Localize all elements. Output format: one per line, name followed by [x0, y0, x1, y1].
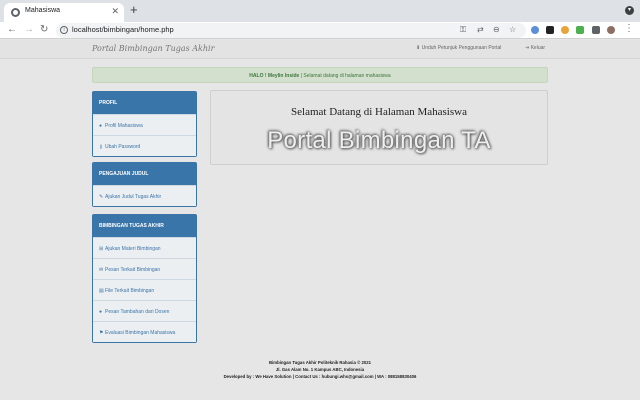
- bimbingan-panel: BIMBINGAN TUGAS AKHIR ⊞ Ajukan Materi Bim…: [92, 214, 197, 343]
- forward-button[interactable]: →: [24, 24, 34, 36]
- address-bar[interactable]: i localhost/bimbingan/home.php ⚿ ⇄ ⊖ ☆: [56, 23, 526, 38]
- sidebar-item-ajukan-materi[interactable]: ⊞ Ajukan Materi Bimbingan: [93, 237, 196, 258]
- sidebar-item-pesan-tambahan[interactable]: ● Pesan Tambahan dari Dosen: [93, 300, 196, 321]
- footer-contact: Developed by : We Have Solution | Contac…: [223, 374, 417, 379]
- sidebar-item-label: Pesan Tambahan dari Dosen: [105, 309, 170, 315]
- user-icon: ●: [99, 123, 103, 129]
- download-guide-link[interactable]: ⬇ Unduh Petunjuk Penggunaan Portal: [416, 45, 501, 51]
- panel-title: PENGAJUAN JUDUL: [93, 163, 196, 185]
- logout-label: Keluar: [530, 45, 546, 51]
- alert-user: Meylin Inside: [267, 73, 300, 79]
- sidebar-item-evaluasi[interactable]: ⚑ Evaluasi Bimbingan Mahasiswa: [93, 321, 196, 342]
- alert-separator: !: [264, 73, 267, 79]
- welcome-alert: HALO ! Meylin Inside | Selamat datang di…: [92, 67, 548, 83]
- sidebar-item-file-terkait[interactable]: ▤File Terkait Bimbingan: [93, 279, 196, 300]
- envelope-icon: ✉: [99, 267, 104, 273]
- file-icon: ▤: [99, 288, 104, 294]
- browser-tab[interactable]: Mahasiswa ✕: [4, 3, 124, 22]
- url-text[interactable]: localhost/bimbingan/home.php: [72, 25, 174, 34]
- info-icon[interactable]: i: [60, 26, 68, 34]
- flag-icon: ⚑: [99, 330, 104, 336]
- footer: Bimbingan Tugas Akhir Politeknik Rahasia…: [0, 359, 640, 380]
- alert-message: | Selamat datang di halaman mahasiswa: [300, 73, 391, 79]
- globe-icon: [11, 8, 20, 17]
- key-icon: ⚷: [99, 144, 103, 150]
- sidebar-item-label: Evaluasi Bimbingan Mahasiswa: [105, 330, 176, 336]
- footer-address: Jl. Gas Alam No. 1 Kampus ABC, Indonesia: [275, 367, 365, 372]
- extension-icon[interactable]: [576, 26, 584, 34]
- pencil-icon: ✎: [99, 194, 104, 200]
- alert-text: HALO ! Meylin Inside | Selamat datang di…: [93, 73, 547, 79]
- avatar[interactable]: [607, 26, 615, 34]
- alert-greeting: HALO: [249, 73, 264, 79]
- comment-icon: ●: [99, 309, 103, 315]
- sidebar-item-ubah-password[interactable]: ⚷ Ubah Password: [93, 135, 196, 156]
- profil-panel: PROFIL ● Profil Mahasiswa ⚷ Ubah Password: [92, 91, 197, 157]
- key-icon[interactable]: ⚿: [460, 25, 466, 35]
- sidebar-item-label: Ajukan Judul Tugas Akhir: [105, 194, 162, 200]
- sidebar-item-label: Profil Mahasiswa: [105, 123, 143, 129]
- pengajuan-judul-panel: PENGAJUAN JUDUL ✎ Ajukan Judul Tugas Akhi…: [92, 162, 197, 207]
- browser-toolbar: ← → ↻ i localhost/bimbingan/home.php ⚿ ⇄…: [0, 22, 640, 39]
- puzzle-icon[interactable]: [592, 26, 600, 34]
- sidebar-item-pesan-terkait[interactable]: ✉ Pesan Terkait Bimbingan: [93, 258, 196, 279]
- panel-title: BIMBINGAN TUGAS AKHIR: [93, 215, 196, 237]
- menu-icon[interactable]: ⋮: [624, 23, 634, 35]
- brand-title[interactable]: Portal Bimbingan Tugas Akhir: [92, 44, 214, 53]
- back-button[interactable]: ←: [7, 24, 17, 36]
- sidebar-item-profil-mahasiswa[interactable]: ● Profil Mahasiswa: [93, 114, 196, 135]
- sidebar-item-label: Ubah Password: [105, 144, 141, 150]
- new-tab-button[interactable]: +: [130, 3, 138, 17]
- extension-icon[interactable]: [531, 26, 539, 34]
- window-control-icon[interactable]: ▾: [625, 6, 634, 15]
- welcome-title: Selamat Datang di Halaman Mahasiswa: [291, 106, 467, 118]
- extension-icon[interactable]: [546, 26, 554, 34]
- sidebar-item-label: Ajukan Materi Bimbingan: [105, 246, 161, 252]
- bookmark-star-icon[interactable]: ☆: [509, 25, 516, 34]
- sidebar-item-label: File Terkait Bimbingan: [105, 288, 155, 294]
- browser-tabstrip: Mahasiswa ✕ + ▾: [0, 0, 640, 22]
- sidebar-item-label: Pesan Terkait Bimbingan: [105, 267, 161, 273]
- translate-icon[interactable]: ⇄: [477, 25, 484, 34]
- close-icon[interactable]: ✕: [111, 6, 119, 16]
- zoom-icon[interactable]: ⊖: [493, 25, 500, 34]
- panel-title: PROFIL: [93, 92, 196, 114]
- welcome-box: Selamat Datang di Halaman Mahasiswa Port…: [210, 90, 548, 165]
- page-header: Portal Bimbingan Tugas Akhir ⬇ Unduh Pet…: [0, 40, 640, 59]
- sidebar-item-ajukan-judul[interactable]: ✎ Ajukan Judul Tugas Akhir: [93, 185, 196, 206]
- logout-link[interactable]: ⇥ Keluar: [525, 45, 545, 51]
- reload-button[interactable]: ↻: [40, 24, 48, 36]
- tab-title: Mahasiswa: [25, 7, 61, 14]
- welcome-banner-text: Portal Bimbingan TA: [267, 127, 491, 154]
- plus-square-icon: ⊞: [99, 246, 104, 252]
- extension-icon[interactable]: [561, 26, 569, 34]
- download-guide-label: Unduh Petunjuk Penggunaan Portal: [421, 45, 502, 51]
- footer-copyright: Bimbingan Tugas Akhir Politeknik Rahasia…: [268, 360, 372, 365]
